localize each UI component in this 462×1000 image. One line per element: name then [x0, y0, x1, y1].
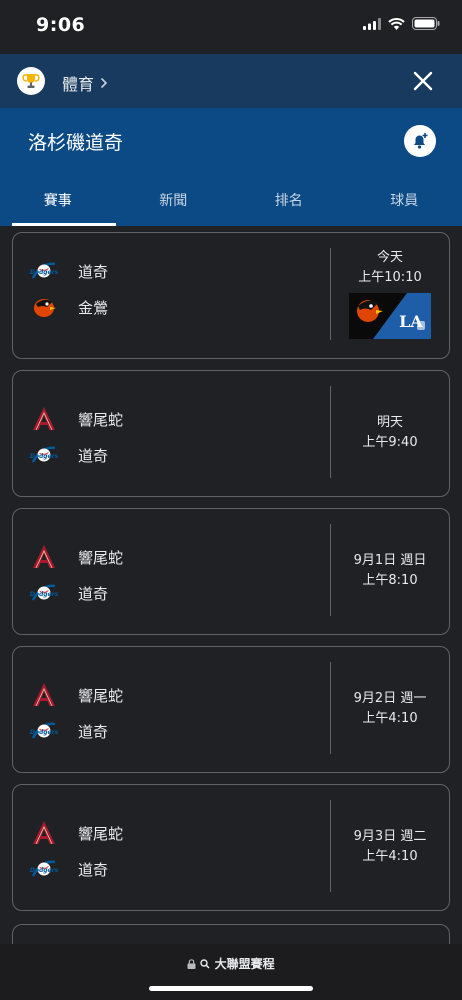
bell-plus-icon: [414, 133, 428, 149]
team-row: 響尾蛇: [30, 681, 123, 709]
game-start: 上午8:10: [362, 573, 418, 588]
team-row: 響尾蛇: [30, 819, 123, 847]
team-row: Dodgers 道奇: [30, 855, 108, 883]
orioles-logo-icon: [30, 293, 58, 321]
team-name: 道奇: [78, 722, 109, 741]
game-day: 9月1日 週日: [353, 553, 427, 568]
game-card[interactable]: Dodgers 道奇 金鶯 今天 上午10:10 LA: [12, 232, 450, 359]
team-name: 道奇: [78, 584, 109, 603]
signal-icon: [363, 17, 381, 30]
game-start: 上午9:40: [362, 435, 418, 450]
team-header: 洛杉磯道奇 賽事 新聞 排名 球員: [0, 108, 462, 226]
diamondbacks-logo-icon: [30, 543, 58, 571]
game-day: 9月3日 週二: [353, 829, 427, 844]
svg-text:Dodgers: Dodgers: [30, 591, 58, 598]
status-icons: [363, 17, 440, 30]
dodgers-logo-icon: Dodgers: [30, 257, 58, 285]
svg-text:Dodgers: Dodgers: [30, 453, 58, 460]
dodgers-logo-icon: Dodgers: [30, 579, 58, 607]
breadcrumb-label: 體育: [62, 75, 95, 94]
battery-icon: [412, 17, 440, 30]
dodgers-logo-icon: Dodgers: [30, 441, 58, 469]
team-row: Dodgers 道奇: [30, 257, 108, 285]
browser-bottom-bar: 大聯盟賽程: [0, 944, 462, 1000]
tab-standings[interactable]: 排名: [231, 170, 347, 226]
game-day: 今天: [376, 250, 403, 265]
diamondbacks-logo-icon: [30, 819, 58, 847]
team-row: 金鶯: [30, 293, 108, 321]
lock-icon: [187, 959, 196, 969]
team-name: 響尾蛇: [78, 824, 124, 843]
svg-text:Dodgers: Dodgers: [30, 729, 58, 736]
team-row: 響尾蛇: [30, 543, 123, 571]
svg-text:Dodgers: Dodgers: [30, 867, 58, 874]
page-title: 洛杉磯道奇: [28, 132, 124, 154]
dodgers-logo-icon: Dodgers: [30, 717, 58, 745]
chevron-right-icon: [100, 77, 108, 89]
team-name: 響尾蛇: [78, 548, 124, 567]
team-name: 道奇: [78, 262, 109, 281]
team-name: 響尾蛇: [78, 686, 124, 705]
game-time: 今天 上午10:10: [331, 248, 449, 288]
tab-games[interactable]: 賽事: [0, 170, 116, 226]
diamondbacks-logo-icon: [30, 405, 58, 433]
tab-news[interactable]: 新聞: [116, 170, 232, 226]
team-row: Dodgers 道奇: [30, 579, 108, 607]
game-day: 明天: [376, 415, 403, 430]
status-time: 9:06: [36, 14, 86, 36]
game-time: 9月1日 週日 上午8:10: [331, 551, 449, 591]
team-row: 響尾蛇: [30, 405, 123, 433]
close-icon[interactable]: [412, 70, 434, 92]
team-row: Dodgers 道奇: [30, 717, 108, 745]
url-text: 大聯盟賽程: [214, 957, 275, 971]
svg-text:Dodgers: Dodgers: [30, 269, 58, 276]
wifi-icon: [388, 17, 405, 30]
game-start: 上午4:10: [362, 711, 418, 726]
team-row: Dodgers 道奇: [30, 441, 108, 469]
home-indicator: [149, 986, 313, 991]
url-bar[interactable]: 大聯盟賽程: [0, 955, 462, 972]
game-start: 上午4:10: [362, 849, 418, 864]
trophy-icon: [17, 67, 45, 95]
game-time: 9月3日 週二 上午4:10: [331, 827, 449, 867]
game-day: 9月2日 週一: [353, 691, 427, 706]
game-start: 上午10:10: [358, 270, 422, 285]
game-card[interactable]: 響尾蛇 Dodgers 道奇 9月3日 週二 上午4:10: [12, 784, 450, 911]
team-name: 金鶯: [78, 298, 109, 317]
game-card[interactable]: 響尾蛇 Dodgers 道奇 明天 上午9:40: [12, 370, 450, 497]
game-time: 明天 上午9:40: [331, 413, 449, 453]
game-card[interactable]: 響尾蛇 Dodgers 道奇 9月2日 週一 上午4:10: [12, 646, 450, 773]
game-thumbnail[interactable]: LA: [349, 293, 431, 339]
game-card[interactable]: 響尾蛇 Dodgers 道奇 9月1日 週日 上午8:10: [12, 508, 450, 635]
team-name: 道奇: [78, 446, 109, 465]
diamondbacks-logo-icon: [30, 681, 58, 709]
game-time: 9月2日 週一 上午4:10: [331, 689, 449, 729]
breadcrumb-sports[interactable]: 體育: [62, 71, 108, 95]
team-name: 響尾蛇: [78, 410, 124, 429]
search-icon: [200, 959, 211, 969]
tab-bar: 賽事 新聞 排名 球員: [0, 170, 462, 226]
status-bar: 9:06: [0, 0, 462, 54]
team-name: 道奇: [78, 860, 109, 879]
dodgers-logo-icon: Dodgers: [30, 855, 58, 883]
follow-button[interactable]: [404, 125, 436, 157]
tab-players[interactable]: 球員: [347, 170, 462, 226]
sports-header: 體育: [0, 54, 462, 108]
